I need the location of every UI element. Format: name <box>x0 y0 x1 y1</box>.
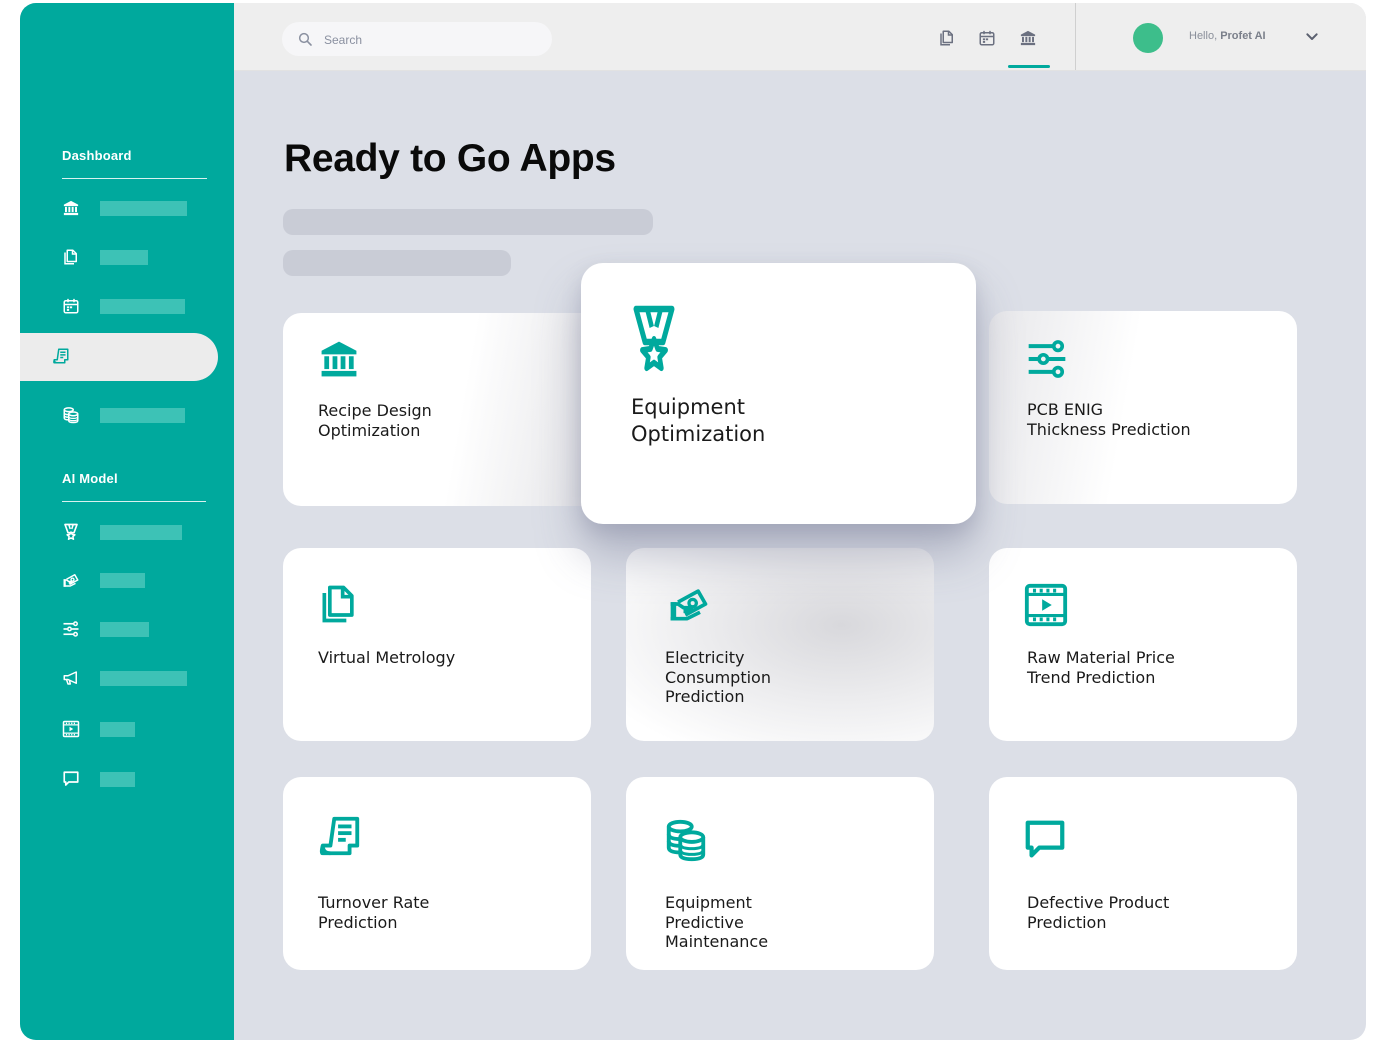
search-icon <box>297 31 313 47</box>
megaphone-icon <box>62 669 80 687</box>
topbar-divider <box>1075 3 1076 70</box>
sidebar-item-label-placeholder <box>100 525 182 540</box>
section-divider <box>62 501 206 502</box>
app-card-label: Electricity Consumption Prediction <box>665 648 771 706</box>
sidebar-item-electricity[interactable] <box>20 565 234 595</box>
top-bar: Hello, Profet AI <box>234 3 1366 71</box>
user-name: Profet AI <box>1220 30 1266 42</box>
app-card-label: Turnover Rate Prediction <box>318 893 430 932</box>
chat-icon <box>62 770 80 788</box>
app-card-pcb-enig[interactable]: PCB ENIG Thickness Prediction <box>989 311 1297 504</box>
medal-icon <box>627 303 681 375</box>
sidebar-item-documents[interactable] <box>20 242 234 272</box>
app-card-raw-material-price[interactable]: Raw Material Price Trend Prediction <box>989 548 1297 741</box>
chat-icon <box>1022 817 1068 863</box>
sidebar: Dashboard AI Model <box>20 3 234 1040</box>
sidebar-section-ai-model: AI Model <box>62 471 118 486</box>
documents-icon <box>317 582 361 626</box>
app-card-turnover-rate[interactable]: Turnover Rate Prediction <box>283 777 591 970</box>
sidebar-item-label-placeholder <box>100 622 149 637</box>
receipt-icon <box>52 347 70 365</box>
sidebar-item-label-placeholder <box>100 772 135 787</box>
app-card-label: Defective Product Prediction <box>1027 893 1170 932</box>
app-card-equipment-predictive-maintenance[interactable]: Equipment Predictive Maintenance <box>626 777 934 970</box>
sidebar-item-calendar[interactable] <box>20 291 234 321</box>
sidebar-item-coins[interactable] <box>20 400 234 430</box>
sidebar-item-sliders[interactable] <box>20 614 234 644</box>
app-card-label: Raw Material Price Trend Prediction <box>1027 648 1175 687</box>
sidebar-item-label-placeholder <box>100 722 135 737</box>
sidebar-item-label-placeholder <box>100 299 185 314</box>
bank-icon <box>62 199 80 217</box>
avatar[interactable] <box>1133 23 1163 53</box>
bank-icon <box>317 337 361 381</box>
search-box[interactable] <box>282 22 552 56</box>
greeting-prefix: Hello, <box>1189 30 1218 42</box>
coins-icon <box>62 406 80 424</box>
coins-icon <box>663 817 709 863</box>
sidebar-item-receipt-active[interactable] <box>20 333 218 381</box>
sliders-icon <box>1025 337 1069 381</box>
sidebar-item-megaphone[interactable] <box>20 663 234 693</box>
medal-icon <box>62 523 80 541</box>
app-card-electricity-consumption[interactable]: Electricity Consumption Prediction <box>626 548 934 741</box>
video-icon <box>1023 582 1069 628</box>
sidebar-item-label-placeholder <box>100 573 145 588</box>
video-icon <box>62 720 80 738</box>
text-placeholder <box>283 250 511 276</box>
money-hand-icon <box>62 571 80 589</box>
page-title: Ready to Go Apps <box>284 137 616 180</box>
calendar-icon <box>62 297 80 315</box>
active-tab-indicator <box>1008 65 1050 68</box>
documents-icon[interactable] <box>938 29 956 47</box>
sidebar-item-chat[interactable] <box>20 764 234 794</box>
app-card-equipment-optimization[interactable]: Equipment Optimization <box>581 263 976 524</box>
calendar-icon[interactable] <box>978 29 996 47</box>
sidebar-item-label-placeholder <box>100 671 187 686</box>
sidebar-item-label-placeholder <box>100 408 185 423</box>
app-card-label: Recipe Design Optimization <box>318 401 432 440</box>
app-card-label: Equipment Predictive Maintenance <box>665 893 769 951</box>
app-card-label: PCB ENIG Thickness Prediction <box>1027 400 1191 439</box>
sliders-icon <box>62 620 80 638</box>
sidebar-item-label-placeholder <box>100 201 187 216</box>
money-hand-icon <box>664 582 714 626</box>
app-card-recipe-design[interactable]: Recipe Design Optimization <box>283 313 603 506</box>
search-input[interactable] <box>322 30 536 50</box>
sidebar-item-video[interactable] <box>20 714 234 744</box>
receipt-icon <box>315 813 365 859</box>
sidebar-section-dashboard: Dashboard <box>62 148 132 163</box>
sidebar-item-medal[interactable] <box>20 517 234 547</box>
app-card-label: Virtual Metrology <box>318 648 456 667</box>
text-placeholder <box>283 209 653 235</box>
chevron-down-icon[interactable] <box>1304 29 1320 45</box>
documents-icon <box>62 248 80 266</box>
app-card-virtual-metrology[interactable]: Virtual Metrology <box>283 548 591 741</box>
app-window: Dashboard AI Model Search Hello, Profet … <box>20 3 1366 1040</box>
app-card-label: Equipment Optimization <box>631 395 766 446</box>
sidebar-item-label-placeholder <box>100 250 148 265</box>
bank-icon[interactable] <box>1019 29 1037 47</box>
section-divider <box>62 178 207 179</box>
user-greeting: Hello, Profet AI <box>1189 30 1266 42</box>
sidebar-item-bank[interactable] <box>20 193 234 223</box>
app-card-defective-product[interactable]: Defective Product Prediction <box>989 777 1297 970</box>
